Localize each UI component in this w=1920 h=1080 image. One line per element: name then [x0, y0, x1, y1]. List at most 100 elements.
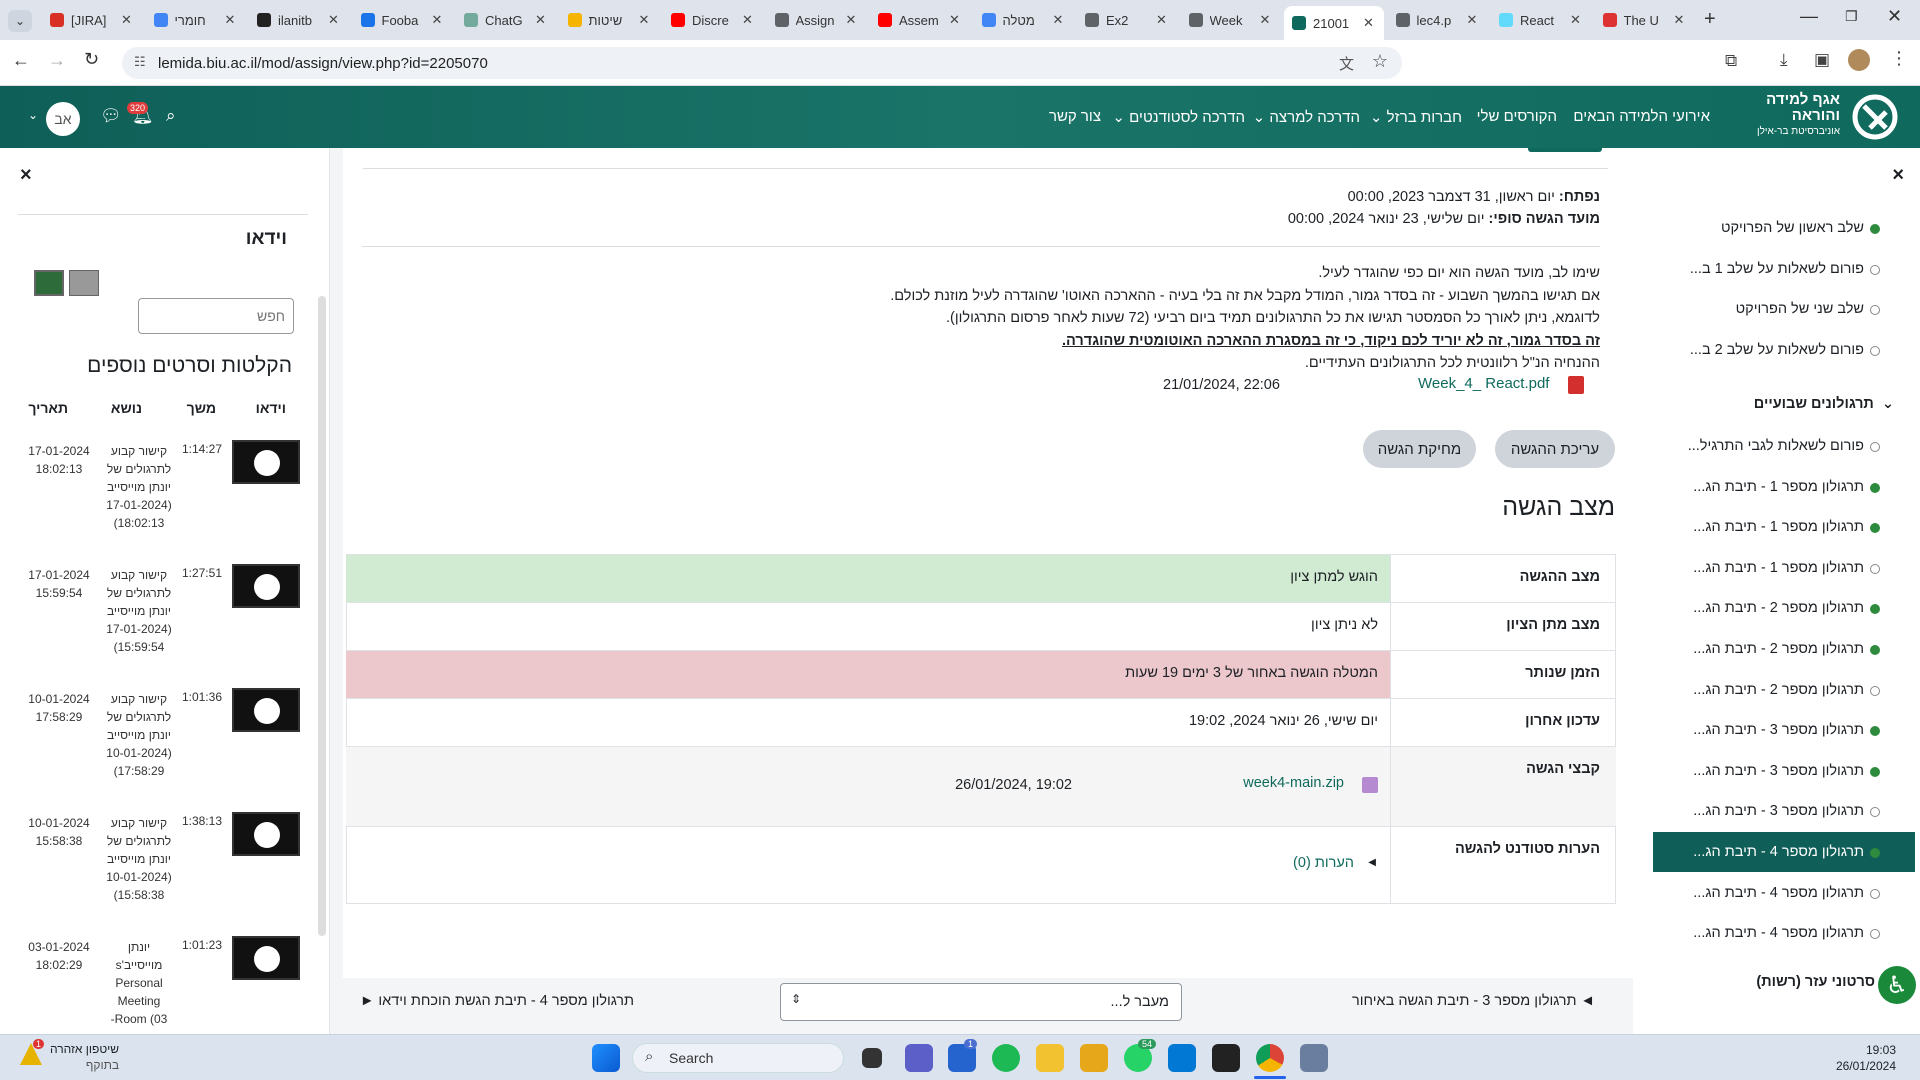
tab-close-icon[interactable]: ✕ [535, 12, 546, 28]
course-index-item[interactable]: שלב ראשון של הפרויקט [1644, 220, 1864, 236]
course-index-item[interactable]: תרגולון מספר 2 - תיבת הג... [1644, 641, 1864, 657]
tab-close-icon[interactable]: ✕ [1053, 12, 1064, 28]
course-index-item[interactable]: תרגולון מספר 2 - תיבת הג... [1644, 682, 1864, 698]
browser-tab[interactable]: Week ✕ [1181, 6, 1281, 34]
tab-close-icon[interactable]: ✕ [1467, 12, 1478, 28]
nav-student-guide[interactable]: הדרכה לסטודנטים ⌄ [1112, 108, 1245, 126]
course-index-item[interactable]: תרגולון מספר 3 - תיבת הג... [1644, 803, 1864, 819]
download-icon[interactable]: ⤓ [1780, 50, 1788, 70]
clock[interactable]: 19:03 26/01/2024 [1836, 1042, 1896, 1074]
list-view-icon[interactable] [34, 270, 64, 296]
browser-tab[interactable]: שיטות ✕ [560, 6, 660, 34]
optional-videos-section[interactable]: סרטוני עזר (רשות) [1756, 974, 1875, 990]
video-thumbnail[interactable] [232, 440, 300, 484]
back-arrow-icon[interactable]: ← [12, 50, 30, 71]
windows-start-icon[interactable] [592, 1044, 620, 1072]
restore-button[interactable]: ❐ [1845, 8, 1858, 25]
tab-close-icon[interactable]: ✕ [949, 12, 960, 28]
tab-close-icon[interactable]: ✕ [1156, 12, 1167, 28]
search-icon[interactable]: ⌕ [166, 106, 176, 126]
side-panel-icon[interactable]: ▣ [1814, 50, 1830, 70]
video-search-input[interactable] [138, 298, 294, 334]
nav-contact[interactable]: צור קשר [1049, 108, 1101, 125]
tab-close-icon[interactable]: ✕ [1363, 15, 1374, 31]
address-bar[interactable]: ☷ lemida.biu.ac.il/mod/assign/view.php?i… [122, 47, 1402, 79]
attachment-link[interactable]: Week_4_ React.pdf [1418, 375, 1549, 392]
chrome-icon[interactable] [1256, 1044, 1284, 1072]
close-course-index-button[interactable]: × [1892, 164, 1904, 187]
task-view-icon[interactable] [862, 1048, 882, 1068]
tab-close-icon[interactable]: ✕ [225, 12, 236, 28]
vscode-icon[interactable] [1168, 1044, 1196, 1072]
comments-toggle-link[interactable]: הערות (0) [1293, 855, 1354, 871]
nav-iron-companies[interactable]: חברות ברזל ⌄ [1370, 108, 1462, 126]
browser-tab[interactable]: ilanitb ✕ [249, 6, 349, 34]
chrome-menu-icon[interactable]: ⋮ [1890, 48, 1908, 69]
university-logo-icon[interactable] [1850, 92, 1900, 142]
app-icon[interactable] [1080, 1044, 1108, 1072]
reload-icon[interactable]: ↻ [84, 49, 99, 70]
tab-close-icon[interactable]: ✕ [742, 12, 753, 28]
browser-tab[interactable]: lec4.p ✕ [1388, 6, 1488, 34]
course-index-item[interactable]: תרגולון מספר 4 - תיבת הג... [1644, 925, 1864, 941]
user-menu-chevron-icon[interactable]: ⌄ [28, 108, 38, 122]
tab-close-icon[interactable]: ✕ [1674, 12, 1685, 28]
tab-close-icon[interactable]: ✕ [1260, 12, 1271, 28]
nav-lecturer-guide[interactable]: הדרכה למרצה ⌄ [1253, 108, 1360, 126]
course-index-item[interactable]: תרגולון מספר 1 - תיבת הג... [1644, 519, 1864, 535]
video-topic-link[interactable]: קישור קבוע לתרגולים של יונתן מוייסייב (1… [106, 814, 172, 904]
site-info-icon[interactable]: ☷ [134, 54, 146, 70]
tab-close-icon[interactable]: ✕ [121, 12, 132, 28]
teams-icon[interactable] [905, 1044, 933, 1072]
browser-tab[interactable]: Assign ✕ [767, 6, 867, 34]
expand-caret-icon[interactable]: ◀ [1368, 857, 1376, 868]
course-index-item[interactable]: תרגולון מספר 4 - תיבת הג... [1644, 885, 1864, 901]
browser-tab[interactable]: React ✕ [1491, 6, 1591, 34]
browser-tab[interactable]: Assem ✕ [870, 6, 970, 34]
browser-tab[interactable]: חומרי ✕ [146, 6, 246, 34]
course-index-item[interactable]: תרגולון מספר 4 - תיבת הג... [1644, 844, 1864, 860]
course-index-item[interactable]: תרגולון מספר 1 - תיבת הג... [1644, 479, 1864, 495]
course-index-item[interactable]: תרגולון מספר 3 - תיבת הג... [1644, 722, 1864, 738]
minimize-button[interactable]: — [1800, 6, 1818, 27]
video-thumbnail[interactable] [232, 812, 300, 856]
browser-tab[interactable]: ChatG ✕ [456, 6, 556, 34]
video-thumbnail[interactable] [232, 688, 300, 732]
course-index-item[interactable]: פורום לשאלות על שלב 1 ב... [1644, 261, 1864, 277]
tab-close-icon[interactable]: ✕ [846, 12, 857, 28]
weather-widget[interactable]: שיטפון אזהרה בתוקף [50, 1041, 119, 1073]
file-explorer-icon[interactable] [1036, 1044, 1064, 1072]
section-weekly-exercises[interactable]: ⌄ תרגולונים שבועיים [1754, 396, 1894, 412]
accessibility-icon[interactable]: ♿︎ [1878, 966, 1916, 1004]
video-topic-link[interactable]: יונתן מוייסייב's Personal Meeting Room (… [106, 938, 172, 1028]
snipping-tool-icon[interactable] [1300, 1044, 1328, 1072]
browser-tab[interactable]: 21001 ✕ [1284, 6, 1384, 40]
nav-my-courses[interactable]: הקורסים שלי [1477, 108, 1557, 125]
browser-tab[interactable]: Discre ✕ [663, 6, 763, 34]
messages-icon[interactable]: 💬︎ [100, 106, 122, 126]
video-topic-link[interactable]: קישור קבוע לתרגולים של יונתן מוייסייב (1… [106, 442, 172, 532]
grid-view-icon[interactable] [69, 270, 99, 296]
user-avatar[interactable]: אב [46, 102, 80, 136]
tab-close-icon[interactable]: ✕ [639, 12, 650, 28]
browser-tab[interactable]: The U ✕ [1595, 6, 1695, 34]
submission-file-link[interactable]: week4-main.zip [1243, 775, 1344, 791]
prev-activity-link[interactable]: ◄ תרגולון מספר 3 - תיבת הגשה באיחור [1352, 993, 1595, 1009]
jump-to-select[interactable]: מעבר ל... ⇕ [780, 983, 1182, 1021]
course-index-item[interactable]: תרגולון מספר 3 - תיבת הג... [1644, 763, 1864, 779]
browser-tab[interactable]: [JIRA] ✕ [42, 6, 142, 34]
taskbar-search[interactable]: ⌕ Search [632, 1043, 844, 1073]
terminal-icon[interactable] [1212, 1044, 1240, 1072]
translate-icon[interactable]: 文 [1339, 53, 1354, 74]
extensions-icon[interactable]: ⧉ [1725, 51, 1737, 71]
course-index-item[interactable]: פורום לשאלות לגבי התרגיל... [1644, 438, 1864, 454]
video-topic-link[interactable]: קישור קבוע לתרגולים של יונתן מוייסייב (1… [106, 566, 172, 656]
bookmark-star-icon[interactable]: ☆ [1372, 51, 1388, 72]
tab-search-button[interactable]: ⌄ [8, 10, 32, 32]
course-index-item[interactable]: שלב שני של הפרויקט [1644, 301, 1864, 317]
forward-arrow-icon[interactable]: → [48, 50, 66, 71]
tab-close-icon[interactable]: ✕ [1570, 12, 1581, 28]
course-index-item[interactable]: תרגולון מספר 1 - תיבת הג... [1644, 560, 1864, 576]
next-activity-link[interactable]: תרגולון מספר 4 - תיבת הגשת הוכחת וידאו ► [360, 993, 634, 1009]
video-thumbnail[interactable] [232, 936, 300, 980]
